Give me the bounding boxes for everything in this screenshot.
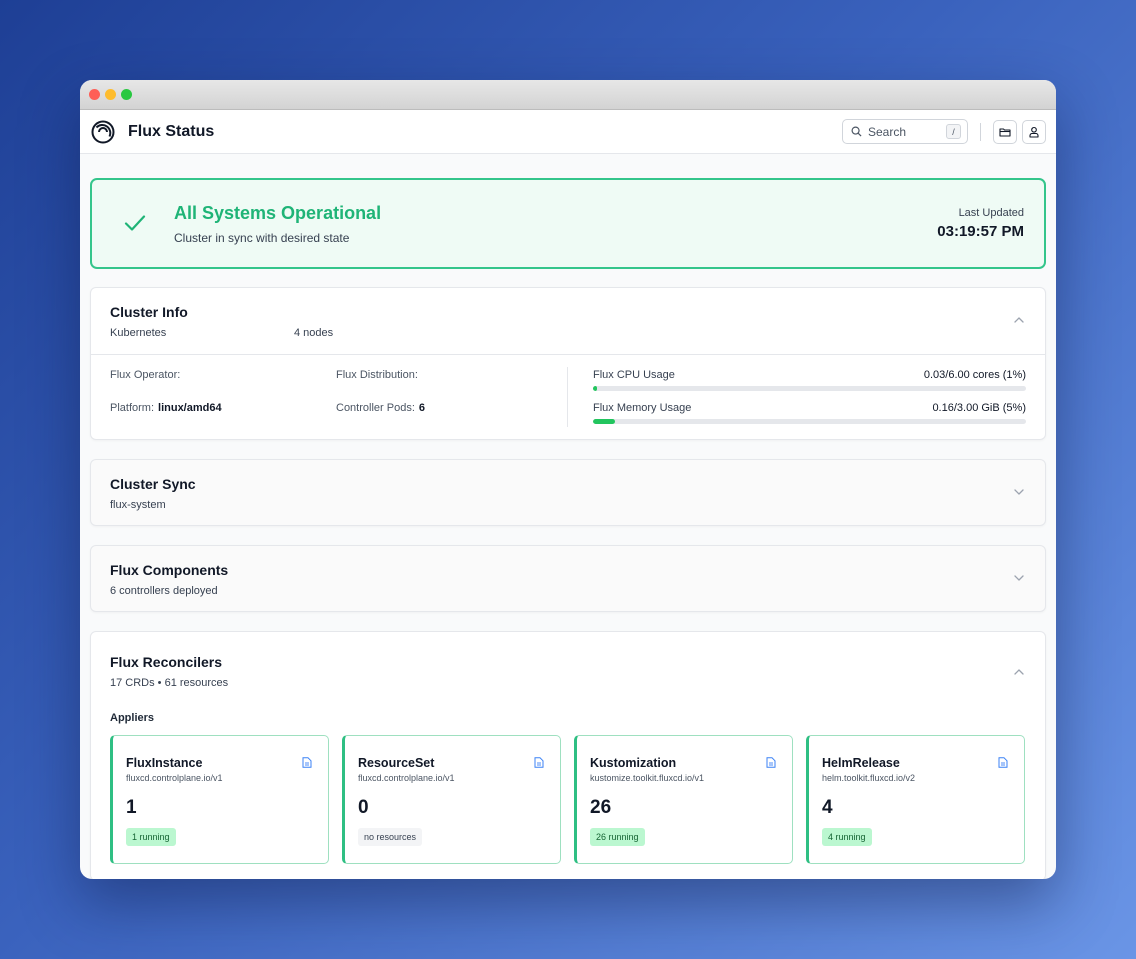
reconciler-count: 26 xyxy=(590,797,612,818)
folder-icon xyxy=(999,127,1011,137)
search-placeholder: Search xyxy=(868,124,907,139)
header-divider xyxy=(980,122,981,141)
cluster-info-header[interactable]: Cluster Info Kubernetes 4 nodes xyxy=(91,288,1045,354)
reconciler-card-resourceset[interactable]: ResourceSet fluxcd.controlplane.io/v1 0 … xyxy=(342,735,561,864)
cluster-info-panel: Cluster Info Kubernetes 4 nodes Flux Ope… xyxy=(90,287,1046,440)
reconciler-api-version: kustomize.toolkit.fluxcd.io/v1 xyxy=(590,773,705,783)
platform-value: linux/amd64 xyxy=(158,402,222,414)
flux-logo-icon xyxy=(91,120,115,143)
minimize-window-button[interactable] xyxy=(105,89,116,100)
memory-usage-bar-fill xyxy=(593,419,615,424)
chevron-up-icon[interactable] xyxy=(1013,666,1025,678)
flux-reconcilers-header[interactable]: Flux Reconcilers 17 CRDs • 61 resources xyxy=(91,632,1045,712)
cluster-info-body: Flux Operator: Flux Distribution: Platfo… xyxy=(91,354,1045,439)
reconciler-count: 0 xyxy=(358,797,369,818)
search-shortcut-key: / xyxy=(946,124,961,139)
flux-reconcilers-subtitle: 17 CRDs • 61 resources xyxy=(110,677,229,689)
close-window-button[interactable] xyxy=(89,89,100,100)
flux-distribution-label: Flux Distribution: xyxy=(336,369,418,381)
reconciler-count: 4 xyxy=(822,797,833,818)
appliers-grid: FluxInstance fluxcd.controlplane.io/v1 1… xyxy=(91,724,1045,864)
reconciler-name: HelmRelease xyxy=(822,756,900,770)
last-updated-time: 03:19:57 PM xyxy=(937,223,1024,240)
reconciler-name: FluxInstance xyxy=(126,756,203,770)
reconciler-name: ResourceSet xyxy=(358,756,435,770)
reconciler-count: 1 xyxy=(126,797,137,818)
chevron-down-icon[interactable] xyxy=(1013,486,1025,498)
cpu-usage-value: 0.03/6.00 cores (1%) xyxy=(923,369,1026,381)
memory-usage: Flux Memory Usage 0.16/3.00 GiB (5%) xyxy=(593,402,1026,424)
cpu-usage: Flux CPU Usage 0.03/6.00 cores (1%) xyxy=(593,369,1026,391)
reconciler-api-version: helm.toolkit.fluxcd.io/v2 xyxy=(822,773,916,783)
document-icon[interactable] xyxy=(534,757,544,768)
app-header: Flux Status Search / xyxy=(80,110,1056,154)
document-icon[interactable] xyxy=(302,757,312,768)
user-button[interactable] xyxy=(1022,119,1046,144)
flux-components-panel[interactable]: Flux Components 6 controllers deployed xyxy=(90,545,1046,612)
reconciler-card-fluxinstance[interactable]: FluxInstance fluxcd.controlplane.io/v1 1… xyxy=(110,735,329,864)
platform-label: Platform: xyxy=(110,402,155,414)
status-banner: All Systems Operational Cluster in sync … xyxy=(90,178,1046,269)
chevron-up-icon[interactable] xyxy=(1013,314,1025,326)
search-input[interactable]: Search / xyxy=(842,119,968,144)
chevron-down-icon[interactable] xyxy=(1013,572,1025,584)
reconciler-status-badge: no resources xyxy=(358,828,423,846)
cpu-usage-bar xyxy=(593,386,1026,391)
cluster-node-count: 4 nodes xyxy=(294,327,334,339)
cpu-usage-label: Flux CPU Usage xyxy=(593,369,675,381)
last-updated-label: Last Updated xyxy=(958,207,1024,219)
controller-pods-value: 6 xyxy=(418,402,425,414)
flux-distribution-field: Flux Distribution: xyxy=(336,369,418,381)
document-icon[interactable] xyxy=(998,757,1008,768)
window-titlebar xyxy=(80,80,1056,110)
flux-operator-field: Flux Operator: xyxy=(110,369,180,381)
controller-pods-field: Controller Pods: 6 xyxy=(336,402,425,414)
reconciler-status-badge: 1 running xyxy=(126,828,176,846)
controller-pods-label: Controller Pods: xyxy=(336,402,415,414)
flux-reconcilers-title: Flux Reconcilers xyxy=(110,654,223,670)
cluster-sync-title: Cluster Sync xyxy=(110,476,196,492)
cluster-sync-subtitle: flux-system xyxy=(110,499,166,511)
workspace-button[interactable] xyxy=(993,119,1017,144)
reconciler-name: Kustomization xyxy=(590,756,677,770)
flux-components-subtitle: 6 controllers deployed xyxy=(110,585,218,597)
platform-field: Platform: linux/amd64 xyxy=(110,402,222,414)
memory-usage-bar xyxy=(593,419,1026,424)
app-window: Flux Status Search / All Systems Operati… xyxy=(80,80,1056,879)
cpu-usage-bar-fill xyxy=(593,386,598,391)
document-icon[interactable] xyxy=(766,757,776,768)
reconciler-status-badge: 4 running xyxy=(822,828,872,846)
memory-usage-label: Flux Memory Usage xyxy=(593,402,692,414)
flux-components-header[interactable]: Flux Components 6 controllers deployed xyxy=(91,546,1045,612)
maximize-window-button[interactable] xyxy=(121,89,132,100)
user-icon xyxy=(1029,126,1039,138)
flux-operator-label: Flux Operator: xyxy=(110,369,181,381)
reconciler-status-badge: 26 running xyxy=(590,828,645,846)
reconciler-api-version: fluxcd.controlplane.io/v1 xyxy=(126,773,223,783)
check-icon xyxy=(124,215,146,231)
memory-usage-value: 0.16/3.00 GiB (5%) xyxy=(932,402,1026,414)
cluster-platform-name: Kubernetes xyxy=(110,327,167,339)
search-icon xyxy=(851,126,862,137)
flux-components-title: Flux Components xyxy=(110,562,229,578)
cluster-sync-header[interactable]: Cluster Sync flux-system xyxy=(91,460,1045,526)
flux-reconcilers-panel: Flux Reconcilers 17 CRDs • 61 resources … xyxy=(90,631,1046,879)
reconciler-card-kustomization[interactable]: Kustomization kustomize.toolkit.fluxcd.i… xyxy=(574,735,793,864)
reconciler-card-helmrelease[interactable]: HelmRelease helm.toolkit.fluxcd.io/v2 4 … xyxy=(806,735,1025,864)
status-subtitle: Cluster in sync with desired state xyxy=(174,231,350,245)
appliers-section-label: Appliers xyxy=(110,712,155,724)
main-content: All Systems Operational Cluster in sync … xyxy=(80,154,1056,879)
app-title: Flux Status xyxy=(128,122,215,140)
cluster-sync-panel[interactable]: Cluster Sync flux-system xyxy=(90,459,1046,526)
cluster-info-title: Cluster Info xyxy=(110,304,188,320)
status-title: All Systems Operational xyxy=(174,203,382,223)
reconciler-api-version: fluxcd.controlplane.io/v1 xyxy=(358,773,455,783)
